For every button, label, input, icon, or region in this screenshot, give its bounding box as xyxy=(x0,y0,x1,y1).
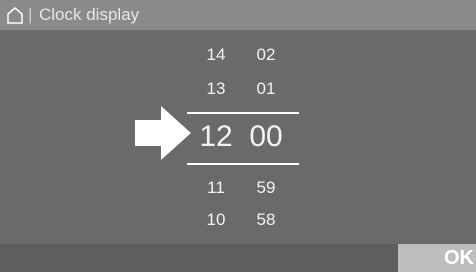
selected-hour[interactable]: 12 xyxy=(191,120,241,154)
bottom-bar: OK xyxy=(0,244,476,272)
time-picker[interactable]: 14 02 13 01 12 00 11 59 10 58 xyxy=(0,30,476,244)
title-bar: | Clock display xyxy=(0,0,476,30)
right-arrow-icon xyxy=(135,106,191,160)
minute-option[interactable]: 59 xyxy=(241,178,291,198)
home-icon[interactable] xyxy=(6,6,24,24)
minute-option[interactable]: 01 xyxy=(241,79,291,99)
selected-minute[interactable]: 00 xyxy=(241,120,291,154)
selection-divider-top xyxy=(187,112,299,114)
minute-option[interactable]: 58 xyxy=(241,210,291,230)
ok-button[interactable]: OK xyxy=(398,244,476,272)
hour-option[interactable]: 14 xyxy=(191,45,241,65)
header-separator: | xyxy=(28,5,33,24)
selection-divider-bottom xyxy=(187,163,299,165)
hour-option[interactable]: 11 xyxy=(191,178,241,198)
minute-option[interactable]: 02 xyxy=(241,45,291,65)
hour-option[interactable]: 10 xyxy=(191,210,241,230)
hour-option[interactable]: 13 xyxy=(191,79,241,99)
page-title: Clock display xyxy=(39,5,140,24)
